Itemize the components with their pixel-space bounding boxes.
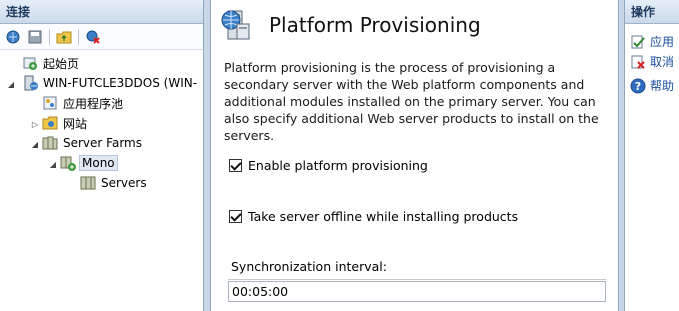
tree-item-mono[interactable]: Mono bbox=[60, 154, 118, 172]
enable-provisioning-checkbox[interactable] bbox=[229, 159, 242, 172]
tree-item-server-farms[interactable]: Server Farms bbox=[42, 134, 144, 152]
cancel-icon bbox=[631, 55, 645, 69]
action-cancel[interactable]: 取消 bbox=[630, 53, 674, 70]
actions-header: 操作 bbox=[625, 0, 679, 24]
take-offline-row[interactable]: Take server offline while installing pro… bbox=[229, 209, 518, 224]
enable-provisioning-label: Enable platform provisioning bbox=[248, 158, 428, 173]
connect-icon[interactable] bbox=[3, 27, 23, 47]
tree-item-sites[interactable]: 网站 bbox=[42, 114, 89, 132]
home-icon bbox=[23, 57, 37, 70]
folder-up-icon[interactable] bbox=[54, 27, 74, 47]
tree-item-app-pools[interactable]: 应用程序池 bbox=[42, 94, 125, 112]
tree-item-servers[interactable]: Servers bbox=[80, 174, 149, 192]
sync-interval-input[interactable]: 00:05:00 bbox=[228, 281, 606, 302]
help-icon: ? bbox=[630, 78, 646, 93]
server-farm-icon bbox=[60, 156, 76, 171]
toolbar-separator bbox=[78, 28, 79, 45]
platform-provisioning-icon bbox=[221, 10, 250, 40]
actions-pane: 操作 应用 取消 ? 帮助 bbox=[624, 0, 679, 311]
tree-item-server[interactable]: WIN-FUTCLE3DDOS (WIN- bbox=[22, 74, 199, 92]
divider bbox=[228, 279, 606, 280]
server-icon bbox=[24, 75, 38, 91]
take-offline-checkbox[interactable] bbox=[229, 210, 242, 223]
svg-text:?: ? bbox=[635, 80, 641, 93]
sync-interval-label: Synchronization interval: bbox=[231, 259, 387, 274]
tree-item-start-page[interactable]: 起始页 bbox=[22, 54, 81, 72]
connections-toolbar bbox=[0, 24, 203, 50]
page-title: Platform Provisioning bbox=[269, 13, 481, 37]
disconnect-icon[interactable] bbox=[83, 27, 103, 47]
page-description: Platform provisioning is the process of … bbox=[224, 60, 599, 143]
page-header: Platform Provisioning bbox=[219, 8, 481, 42]
feature-pane: Platform Provisioning Platform provision… bbox=[210, 0, 619, 311]
expand-arrow-icon[interactable]: ▷ bbox=[30, 120, 40, 129]
toolbar-separator bbox=[49, 28, 50, 45]
server-farms-icon bbox=[42, 136, 58, 150]
collapse-arrow-icon[interactable]: ◢ bbox=[6, 80, 16, 89]
enable-provisioning-row[interactable]: Enable platform provisioning bbox=[229, 158, 428, 173]
connections-pane: 连接 起始页 ◢ WIN-FUTCLE3DDOS (WIN- 应用程序池 ▷ 网… bbox=[0, 0, 204, 311]
connections-header: 连接 bbox=[0, 0, 203, 24]
save-icon[interactable] bbox=[25, 27, 45, 47]
apply-icon bbox=[631, 35, 645, 48]
action-help[interactable]: ? 帮助 bbox=[630, 77, 674, 94]
app-pool-icon bbox=[43, 96, 57, 110]
collapse-arrow-icon[interactable]: ◢ bbox=[30, 140, 40, 149]
action-apply[interactable]: 应用 bbox=[630, 33, 674, 50]
connections-tree: 起始页 ◢ WIN-FUTCLE3DDOS (WIN- 应用程序池 ▷ 网站 ◢… bbox=[0, 50, 203, 191]
sites-folder-icon bbox=[42, 116, 58, 130]
collapse-arrow-icon[interactable]: ◢ bbox=[48, 160, 58, 169]
servers-icon bbox=[80, 176, 96, 190]
take-offline-label: Take server offline while installing pro… bbox=[248, 209, 519, 224]
